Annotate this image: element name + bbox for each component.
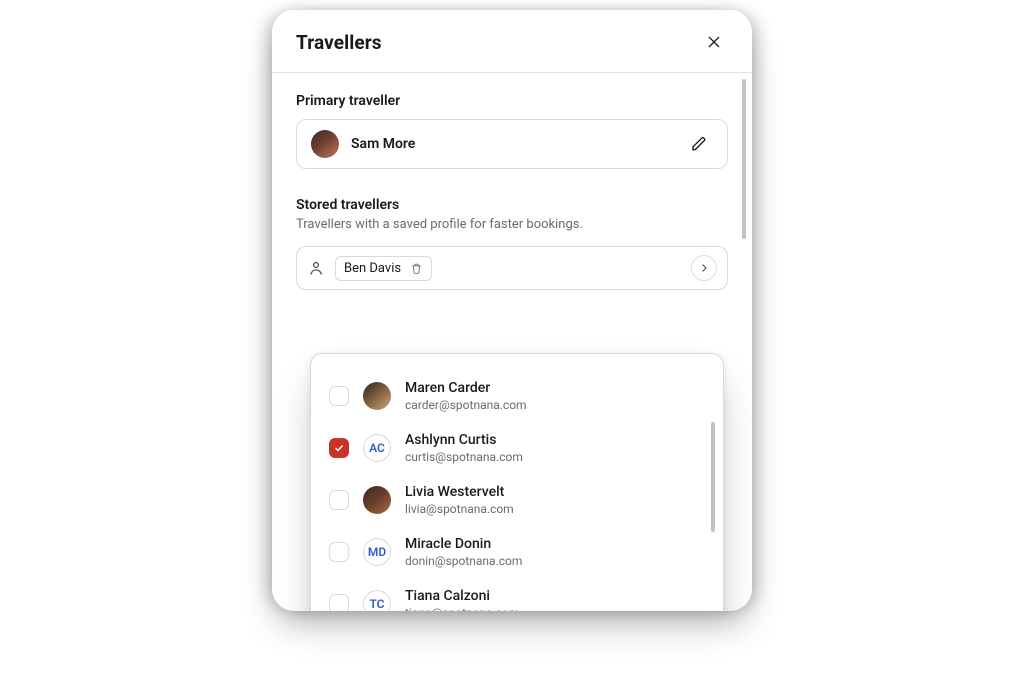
avatar <box>363 486 391 514</box>
close-button[interactable] <box>700 28 728 56</box>
person-name: Ashlynn Curtis <box>405 432 523 448</box>
person-email: livia@spotnana.com <box>405 502 514 516</box>
person-icon <box>307 259 325 277</box>
person-info: Livia Westervelt livia@spotnana.com <box>405 484 514 516</box>
checkbox[interactable] <box>329 490 349 510</box>
stored-travellers-subtitle: Travellers with a saved profile for fast… <box>296 217 728 232</box>
list-item[interactable]: TC Tiana Calzoni tiana@spotnana.com <box>323 578 711 611</box>
trash-icon <box>410 262 423 275</box>
list-item[interactable]: MD Miracle Donin donin@spotnana.com <box>323 526 711 578</box>
chevron-right-icon <box>698 262 710 274</box>
checkbox[interactable] <box>329 386 349 406</box>
person-info: Tiana Calzoni tiana@spotnana.com <box>405 588 519 611</box>
avatar <box>311 130 339 158</box>
person-email: donin@spotnana.com <box>405 554 522 568</box>
person-name: Miracle Donin <box>405 536 522 552</box>
checkbox[interactable] <box>329 438 349 458</box>
person-email: carder@spotnana.com <box>405 398 527 412</box>
pencil-icon <box>691 136 707 152</box>
primary-traveller-label: Primary traveller <box>296 93 728 109</box>
avatar <box>363 382 391 410</box>
remove-chip-button[interactable] <box>409 261 423 275</box>
person-name: Maren Carder <box>405 380 527 396</box>
stored-travellers-section: Stored travellers Travellers with a save… <box>296 197 728 290</box>
stored-search-row[interactable]: Ben Davis <box>296 246 728 290</box>
dropdown-scrollbar[interactable] <box>711 422 715 532</box>
person-info: Ashlynn Curtis curtis@spotnana.com <box>405 432 523 464</box>
stage: Travellers Primary traveller Sam More St… <box>0 0 1024 679</box>
list-item[interactable]: Maren Carder carder@spotnana.com <box>323 370 711 422</box>
check-icon <box>333 442 345 454</box>
suggestions-dropdown: Maren Carder carder@spotnana.com AC Ashl… <box>310 353 724 611</box>
primary-traveller-name: Sam More <box>351 136 673 152</box>
person-email: curtis@spotnana.com <box>405 450 523 464</box>
modal-header: Travellers <box>272 10 752 73</box>
submit-search-button[interactable] <box>691 255 717 281</box>
avatar: AC <box>363 434 391 462</box>
stored-travellers-label: Stored travellers <box>296 197 728 213</box>
edit-primary-button[interactable] <box>685 130 713 158</box>
suggestions-list: Maren Carder carder@spotnana.com AC Ashl… <box>323 370 711 611</box>
person-email: tiana@spotnana.com <box>405 606 519 611</box>
checkbox[interactable] <box>329 594 349 611</box>
avatar: TC <box>363 590 391 611</box>
close-icon <box>706 34 722 50</box>
modal-title: Travellers <box>296 31 382 54</box>
selected-traveller-chip[interactable]: Ben Davis <box>335 256 432 281</box>
travellers-modal: Travellers Primary traveller Sam More St… <box>272 10 752 611</box>
checkbox[interactable] <box>329 542 349 562</box>
person-name: Tiana Calzoni <box>405 588 519 604</box>
chip-name: Ben Davis <box>344 261 401 276</box>
modal-body: Primary traveller Sam More Stored travel… <box>272 73 752 593</box>
person-info: Miracle Donin donin@spotnana.com <box>405 536 522 568</box>
primary-traveller-row: Sam More <box>296 119 728 169</box>
avatar: MD <box>363 538 391 566</box>
person-info: Maren Carder carder@spotnana.com <box>405 380 527 412</box>
list-item[interactable]: Livia Westervelt livia@spotnana.com <box>323 474 711 526</box>
list-item[interactable]: AC Ashlynn Curtis curtis@spotnana.com <box>323 422 711 474</box>
modal-scrollbar[interactable] <box>742 79 746 575</box>
person-name: Livia Westervelt <box>405 484 514 500</box>
